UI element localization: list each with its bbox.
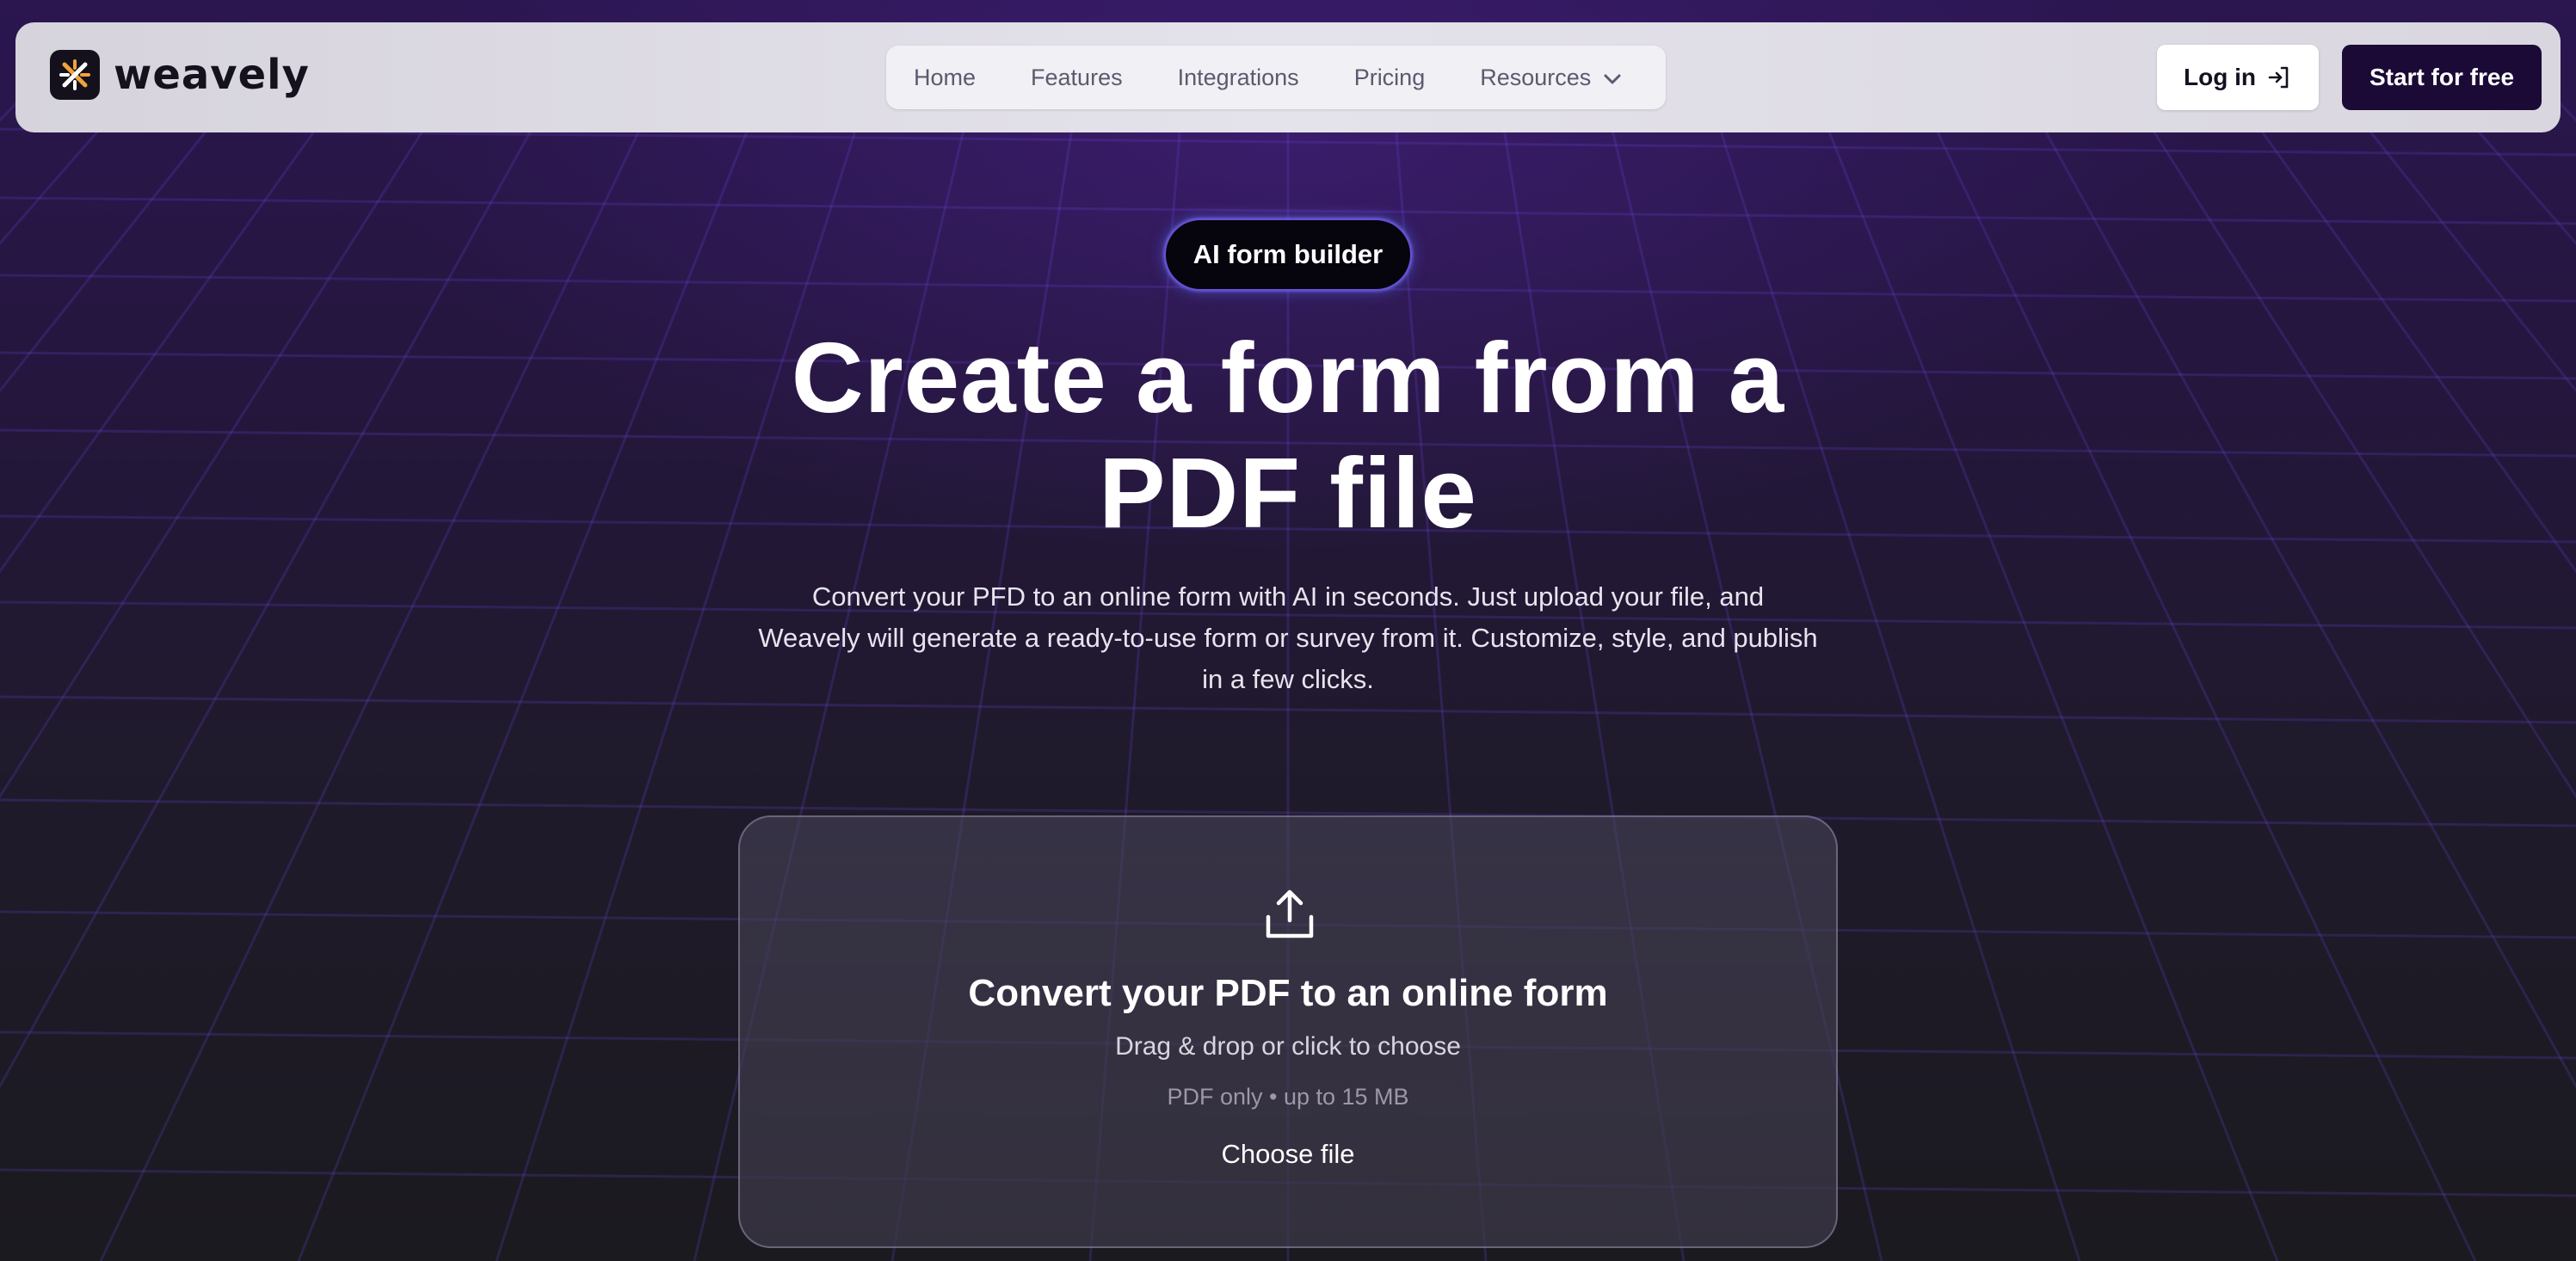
upload-file-limits: PDF only • up to 15 MB	[1167, 1084, 1409, 1110]
login-button[interactable]: Log in	[2157, 45, 2319, 110]
upload-title: Convert your PDF to an online form	[968, 972, 1608, 1014]
main-nav: Home Features Integrations Pricing Resou…	[886, 46, 1666, 109]
login-button-label: Log in	[2184, 64, 2256, 90]
grid-line-vertical	[99, 68, 670, 1261]
chevron-down-icon	[1603, 65, 1622, 91]
grid-line-vertical	[2525, 67, 2576, 123]
grid-line-vertical	[0, 68, 257, 393]
hero-title: Create a form from a PDF file	[643, 320, 1933, 551]
nav-link-resources-label: Resources	[1480, 64, 1592, 90]
grid-line-vertical	[297, 68, 773, 1261]
brand-name: weavely	[114, 51, 310, 99]
upload-hint: Drag & drop or click to choose	[1115, 1032, 1461, 1061]
start-for-free-button[interactable]: Start for free	[2342, 45, 2542, 110]
nav-link-features[interactable]: Features	[1031, 65, 1123, 91]
nav-link-pricing[interactable]: Pricing	[1354, 65, 1426, 91]
ai-form-builder-badge: AI form builder	[1164, 218, 1412, 291]
nav-link-resources[interactable]: Resources	[1480, 65, 1622, 91]
brand-logo[interactable]: weavely	[50, 50, 310, 100]
hero-title-line-2: PDF file	[1099, 437, 1477, 549]
weavely-logo-icon	[50, 50, 100, 100]
grid-line-vertical	[1803, 68, 2279, 1261]
choose-file-button[interactable]: Choose file	[1159, 1127, 1417, 1182]
upload-icon	[1266, 889, 1314, 938]
hero-subtitle-line-3: in a few clicks.	[1202, 664, 1374, 694]
top-navbar: weavely Home Features Integrations Prici…	[15, 22, 2561, 132]
grid-line-vertical	[0, 68, 361, 574]
pdf-upload-dropzone[interactable]: Convert your PDF to an online form Drag …	[738, 815, 1838, 1248]
grid-line-vertical	[2422, 68, 2576, 246]
hero-subtitle-line-2: Weavely will generate a ready-to-use for…	[758, 623, 1818, 653]
grid-line-vertical	[1906, 68, 2477, 1261]
hero-title-line-1: Create a form from a	[791, 322, 1785, 434]
login-arrow-icon	[2268, 66, 2289, 89]
grid-line-vertical	[0, 67, 51, 123]
grid-line-vertical	[2319, 68, 2576, 393]
nav-link-integrations[interactable]: Integrations	[1178, 65, 1299, 91]
nav-link-home[interactable]: Home	[914, 65, 976, 91]
grid-line-vertical	[2215, 68, 2576, 574]
hero-subtitle: Convert your PFD to an online form with …	[729, 576, 1847, 700]
hero-subtitle-line-1: Convert your PFD to an online form with …	[811, 581, 1765, 612]
grid-line-vertical	[0, 68, 154, 246]
